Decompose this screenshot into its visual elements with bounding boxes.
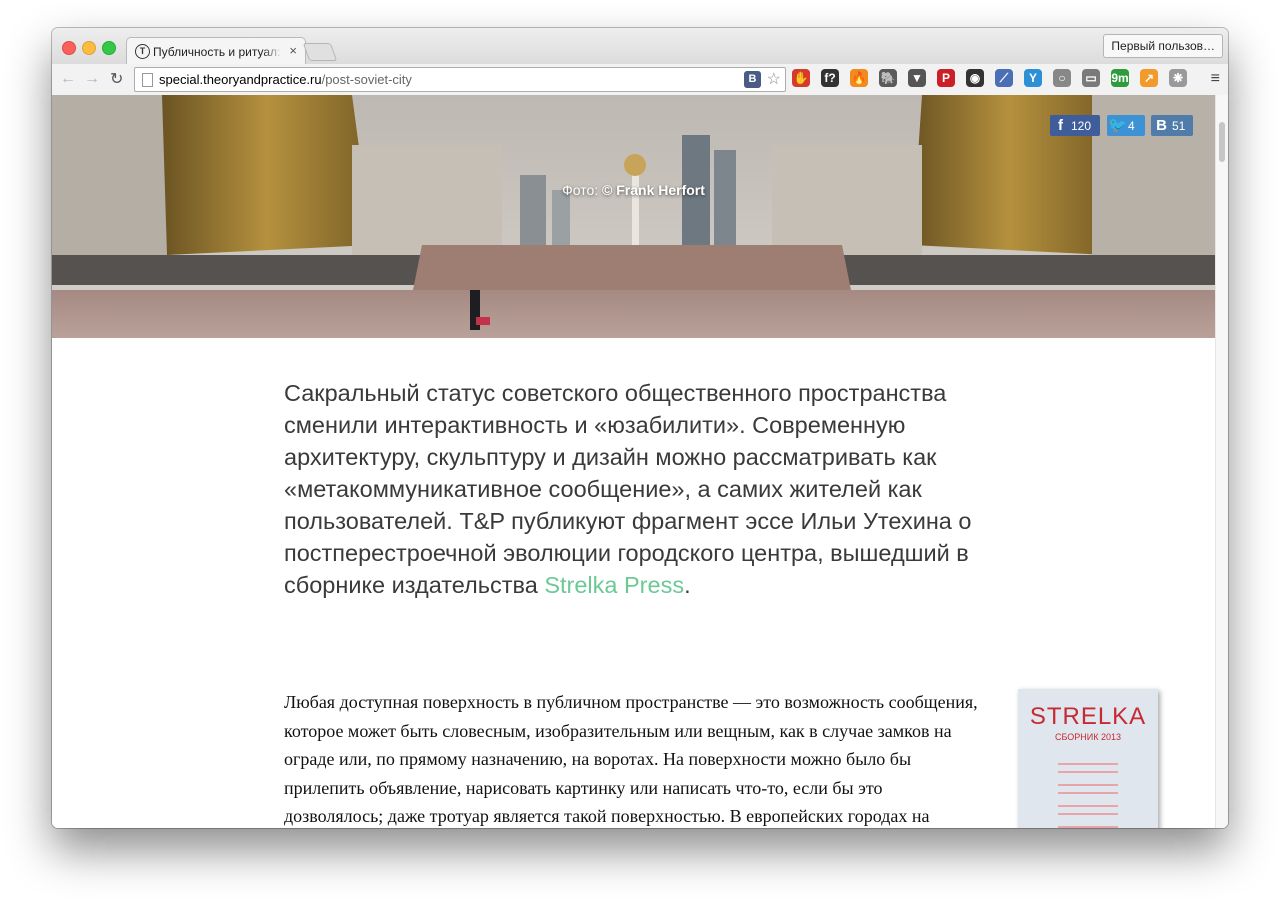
book-icon[interactable]: ▭ (1082, 69, 1100, 87)
theory-practice-favicon-icon: T (135, 44, 150, 59)
facebook-share-button[interactable]: f 120 (1050, 115, 1100, 136)
adblock-icon[interactable]: ✋ (792, 69, 810, 87)
y-icon[interactable]: Y (1024, 69, 1042, 87)
vk-icon: B (1156, 117, 1167, 134)
book-title: STRELKA (1029, 703, 1147, 730)
book-decor-line (1058, 813, 1118, 815)
twitter-share-button[interactable]: 🐦4 (1107, 115, 1145, 136)
facebook-share-count: 120 (1071, 119, 1092, 133)
weather-icon[interactable]: 9m (1111, 69, 1129, 87)
lead-text: Сакральный статус советского общественно… (284, 380, 972, 598)
book-decor-line (1058, 763, 1118, 765)
browser-window: T Публичность и ритуал: Ил × Первый поль… (52, 28, 1228, 828)
twitter-share-count: 4 (1128, 119, 1135, 133)
tab-close-icon[interactable]: × (289, 43, 297, 58)
book-decor-line (1058, 771, 1118, 773)
url-text[interactable]: special.theoryandpractice.ru/post-soviet… (159, 68, 412, 91)
lead-end: . (684, 572, 691, 598)
page-icon (142, 73, 153, 87)
url-host: special.theoryandpractice.ru (159, 72, 322, 87)
book-cover-image[interactable]: STRELKA СБОРНИК 2013 (1018, 689, 1158, 828)
chart-icon[interactable]: ↗ (1140, 69, 1158, 87)
book-decor-line (1058, 784, 1118, 786)
minimize-window-button[interactable] (82, 41, 96, 55)
photo-credit-prefix: Фото: (562, 182, 603, 198)
pinterest-icon[interactable]: P (937, 69, 955, 87)
hero-photo: Фото: © Frank Herfort f 120 🐦4 B 51 (52, 95, 1215, 338)
twitter-icon: 🐦 (1108, 117, 1127, 134)
hero-photo-illustration (52, 95, 1215, 338)
fire-icon[interactable]: 🔥 (850, 69, 868, 87)
title-bar: T Публичность и ритуал: Ил × Первый поль… (52, 28, 1228, 66)
vk-share-button[interactable]: B 51 (1151, 115, 1193, 136)
maximize-window-button[interactable] (102, 41, 116, 55)
facebook-icon: f (1058, 117, 1063, 134)
profile-button[interactable]: Первый пользов… (1103, 34, 1223, 58)
paw-icon[interactable]: ❋ (1169, 69, 1187, 87)
vk-extension-icon[interactable]: B (744, 71, 761, 88)
photo-credit-name[interactable]: © Frank Herfort (602, 182, 705, 198)
browser-tab[interactable]: T Публичность и ритуал: Ил × (126, 37, 306, 66)
reload-icon[interactable]: ↻ (110, 69, 123, 89)
book-decor-line (1058, 805, 1118, 807)
book-decor-line (1058, 792, 1118, 794)
evernote-icon[interactable]: 🐘 (879, 69, 897, 87)
forward-arrow-icon[interactable]: → (84, 70, 100, 88)
pocket-icon[interactable]: ▼ (908, 69, 926, 87)
back-arrow-icon[interactable]: ← (60, 70, 76, 88)
camera-icon[interactable]: ◉ (966, 69, 984, 87)
circle-icon[interactable]: ○ (1053, 69, 1071, 87)
close-window-button[interactable] (62, 41, 76, 55)
book-decor-line (1058, 826, 1118, 828)
vk-share-count: 51 (1172, 119, 1186, 133)
fontface-icon[interactable]: f? (821, 69, 839, 87)
new-tab-button[interactable] (302, 43, 338, 61)
scrollbar[interactable] (1215, 95, 1228, 828)
strelka-press-link[interactable]: Strelka Press (544, 572, 684, 598)
menu-icon[interactable]: ≡ (1211, 70, 1220, 88)
photo-credit: Фото: © Frank Herfort (52, 182, 1215, 198)
eyedropper-icon[interactable]: ⟋ (995, 69, 1013, 87)
article-lead: Сакральный статус советского общественно… (284, 377, 984, 601)
book-subtitle: СБОРНИК 2013 (1054, 732, 1122, 742)
tab-title: Публичность и ритуал: Ил (153, 45, 283, 59)
bookmark-star-icon[interactable]: ☆ (767, 68, 781, 91)
page-viewport: Фото: © Frank Herfort f 120 🐦4 B 51 Сакрал… (52, 95, 1228, 828)
scrollbar-thumb[interactable] (1219, 122, 1225, 162)
url-path: /post-soviet-city (321, 72, 412, 87)
browser-toolbar: ← → ↻ special.theoryandpractice.ru/post-… (52, 64, 1228, 96)
article-body: Любая доступная поверхность в публичном … (284, 692, 978, 826)
address-bar[interactable]: special.theoryandpractice.ru/post-soviet… (134, 67, 786, 92)
